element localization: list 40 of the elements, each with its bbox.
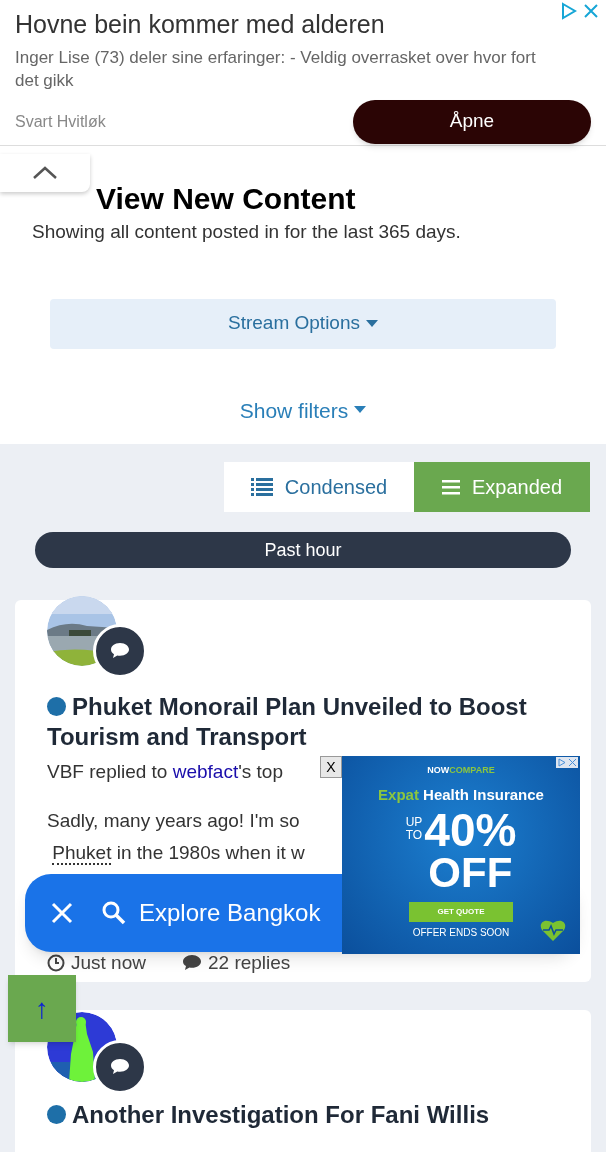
ad-discount: 40% (424, 808, 517, 852)
close-icon[interactable] (51, 902, 73, 924)
menu-icon (441, 479, 460, 495)
heart-pulse-icon (540, 918, 566, 942)
view-tab[interactable]: Condensed (224, 462, 414, 512)
show-filters-link[interactable]: Show filters (239, 394, 367, 426)
ad-description: Inger Lise (73) deler sine erfaringer: - Veldig overrasket over hvor fort det gikk (15, 46, 537, 92)
caret-icon (354, 406, 367, 415)
ad-brand: NOWCOMPARE (427, 764, 495, 777)
ad-to-text: TO (405, 829, 423, 842)
author-link[interactable]: webfact (172, 761, 239, 782)
glossary-link[interactable]: Phuket (52, 841, 112, 865)
search-label: Explore Bangkok (139, 898, 321, 928)
caret-icon (366, 319, 378, 328)
list-icon (250, 478, 273, 496)
speech-bubble-icon (109, 641, 131, 661)
speech-bubble-icon (109, 1057, 131, 1077)
search-icon (101, 900, 127, 926)
ad-footer: OFFER ENDS SOON (412, 925, 510, 940)
open-button[interactable]: Åpne (353, 99, 591, 144)
page-title: View New Content (95, 182, 357, 216)
ad-choices-icon[interactable] (560, 2, 578, 20)
reply-count: 22 replies (208, 950, 291, 975)
ad-choices-icon[interactable] (556, 757, 578, 768)
ad-up-text: UP (405, 816, 423, 829)
collapse-tab[interactable] (0, 154, 90, 192)
clock-icon (47, 953, 65, 972)
page-subtitle: Showing all content posted in for the last 365 days. (32, 220, 462, 244)
close-icon[interactable] (582, 2, 600, 20)
ad-headline: Expat Health Insurance (378, 784, 544, 805)
ad-advertiser: Svart Hvitløk (15, 111, 106, 132)
post-time: Just now (71, 950, 146, 975)
chevron-up-icon (32, 166, 58, 180)
ad-close-button[interactable]: X (320, 756, 342, 778)
post-title[interactable]: Phuket Monorail Plan Unveiled to Boost Tourism and Transport (47, 692, 559, 752)
ad-title: Hovne bein kommer med alderen (15, 9, 385, 40)
scroll-top-button[interactable]: ↑ (8, 975, 76, 1042)
speech-bubble-icon (182, 953, 202, 972)
post-title[interactable]: Another Investigation For Fani Willis (47, 1100, 559, 1130)
stream-options-button[interactable]: Stream Options (50, 298, 556, 349)
